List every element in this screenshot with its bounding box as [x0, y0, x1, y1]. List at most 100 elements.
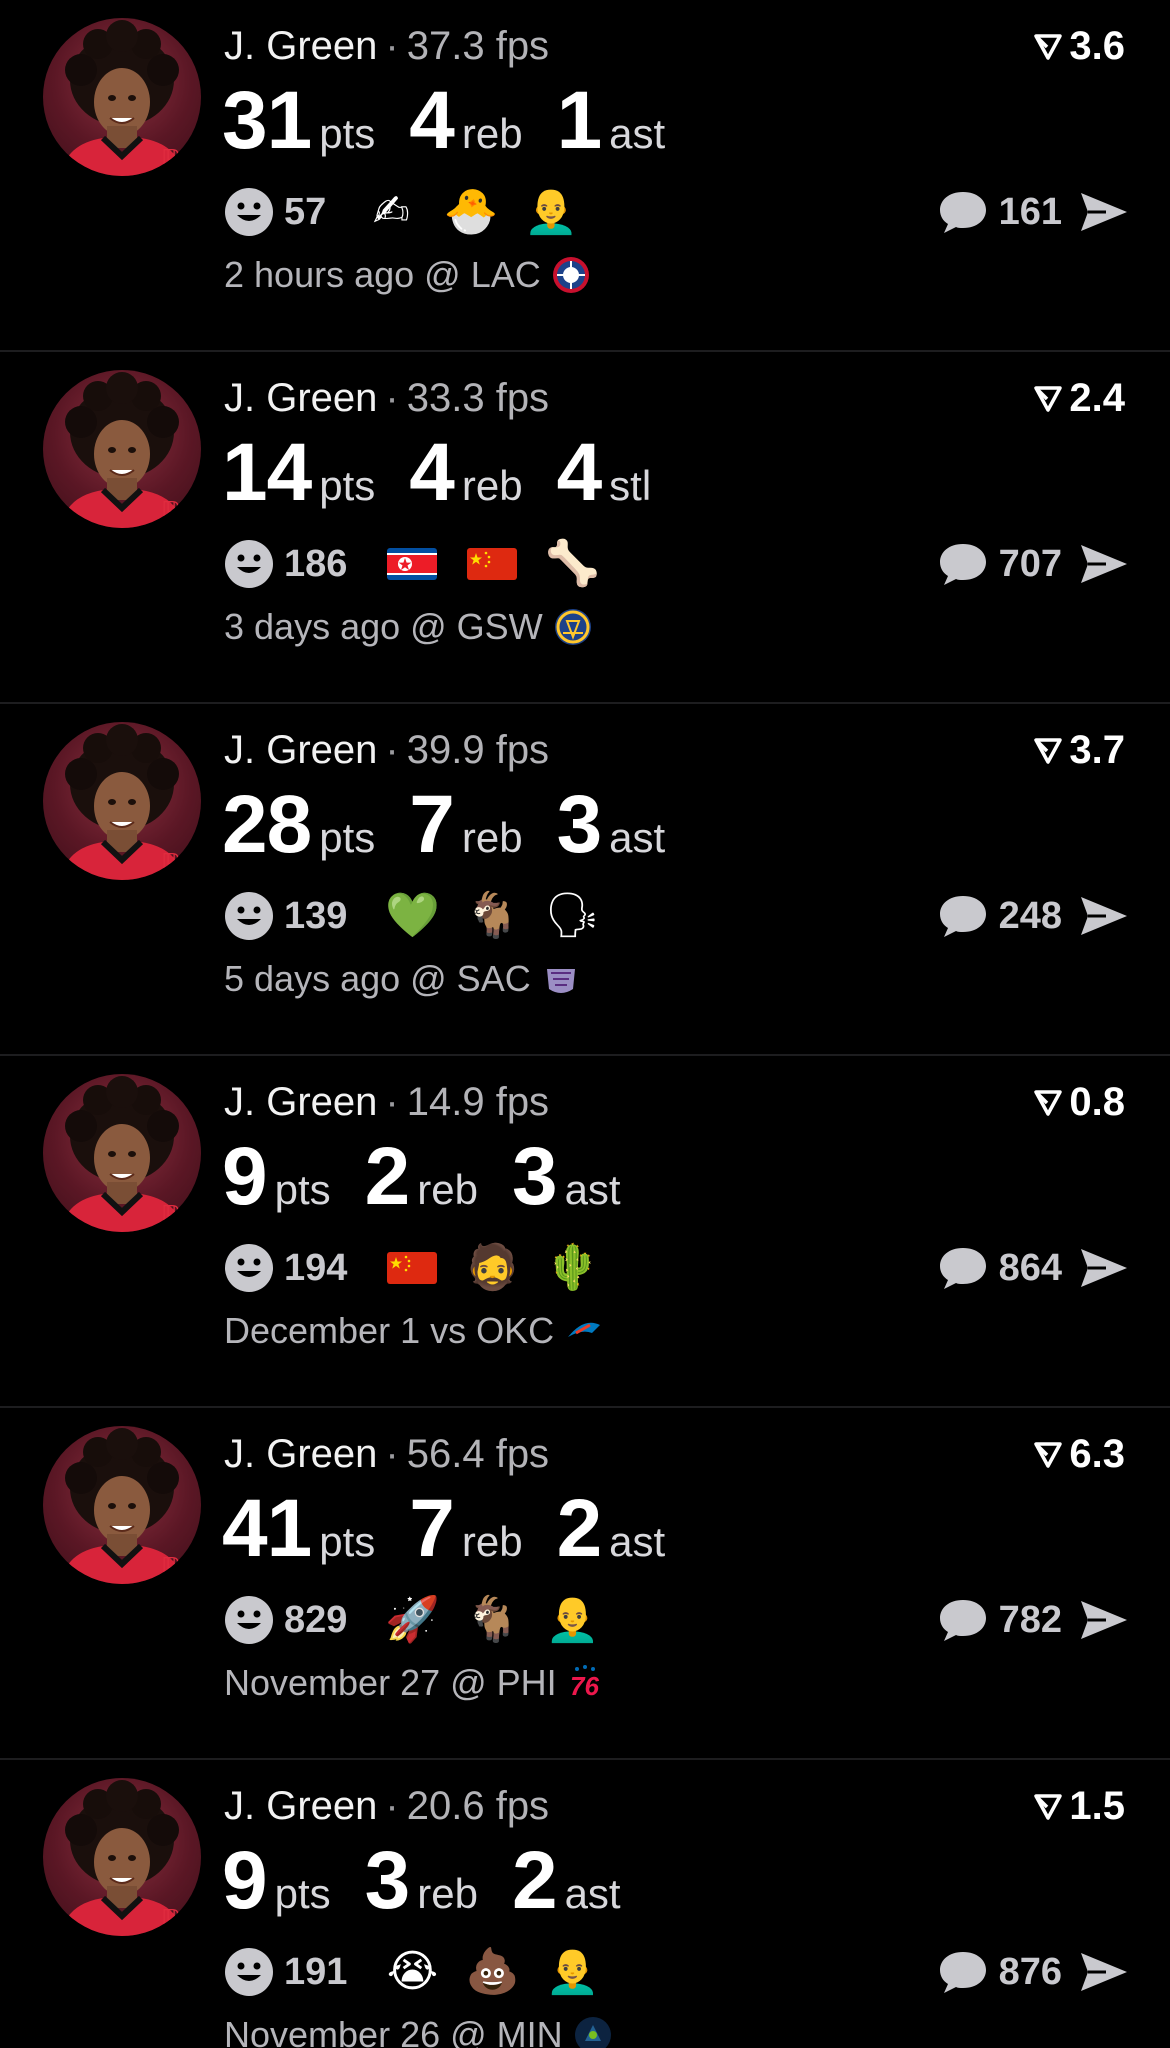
player-name[interactable]: J. Green: [224, 376, 377, 420]
team-logo-icon: 76: [567, 1663, 607, 1703]
stat-value: 7: [409, 779, 455, 870]
north-korea-flag-icon[interactable]: [385, 537, 439, 591]
player-name[interactable]: J. Green: [224, 1784, 377, 1828]
cactus-icon[interactable]: 🌵: [545, 1241, 600, 1295]
score-badge: 3.6: [1033, 22, 1125, 70]
score-badge: 0.8: [1033, 1078, 1125, 1126]
hatching-chick-icon[interactable]: 🐣: [444, 185, 499, 239]
comments-button[interactable]: 161: [937, 184, 1062, 240]
game-info[interactable]: December 1 vs OKC: [224, 1310, 604, 1352]
player-name[interactable]: J. Green: [224, 728, 377, 772]
stat-value: 41: [222, 1483, 312, 1574]
post-card[interactable]: ℝ J. Green · 56.4 fps 6.3 41 pts 7 reb 2 a…: [0, 1408, 1170, 1760]
player-avatar[interactable]: ℝ: [43, 1778, 201, 1936]
post-card[interactable]: ℝ J. Green · 33.3 fps 2.4 14 pts 4 reb 4 s…: [0, 352, 1170, 704]
stat-unit: reb: [461, 110, 523, 157]
post-card[interactable]: ℝ J. Green · 20.6 fps 1.5 9 pts 3 reb 2 as…: [0, 1760, 1170, 2048]
share-send-icon[interactable]: [1078, 190, 1130, 234]
game-info[interactable]: 2 hours ago @ LAC: [224, 254, 591, 296]
game-info[interactable]: 3 days ago @ GSW: [224, 606, 593, 648]
comments-button[interactable]: 782: [937, 1592, 1062, 1648]
add-reaction-smile-icon[interactable]: [224, 539, 274, 589]
game-info[interactable]: November 27 @ PHI 76: [224, 1662, 607, 1704]
comment-count: 782: [998, 1598, 1062, 1641]
stat-unit: ast: [609, 110, 666, 157]
comments-button[interactable]: 864: [937, 1240, 1062, 1296]
player-avatar[interactable]: ℝ: [43, 722, 201, 880]
comments-button[interactable]: 248: [937, 888, 1062, 944]
stat-unit: pts: [319, 110, 376, 157]
post-header: J. Green · 56.4 fps: [224, 1430, 549, 1478]
stat-line: 9 pts 2 reb 3 ast: [222, 1134, 655, 1220]
comment-bubble-icon: [939, 1600, 986, 1641]
comment-bubble-icon: [939, 192, 986, 233]
stat-1: 7 reb: [409, 1486, 522, 1572]
share-send-icon[interactable]: [1078, 1246, 1130, 1290]
stat-value: 2: [511, 1835, 558, 1926]
post-card[interactable]: ℝ J. Green · 39.9 fps 3.7 28 pts 7 reb 3 a…: [0, 704, 1170, 1056]
comment-bubble-icon: [939, 1248, 986, 1289]
add-reaction-smile-icon[interactable]: [224, 187, 274, 237]
stat-line: 41 pts 7 reb 2 ast: [222, 1486, 699, 1572]
share-send-icon[interactable]: [1078, 894, 1130, 938]
pile-of-poo-icon[interactable]: 💩: [465, 1945, 520, 1999]
stat-1: 4 reb: [409, 430, 522, 516]
svg-text:ℝ: ℝ: [161, 1553, 182, 1583]
green-heart-icon[interactable]: 💚: [385, 889, 440, 943]
add-reaction-smile-icon[interactable]: [224, 891, 274, 941]
goat-icon[interactable]: 🐐: [465, 1593, 520, 1647]
game-info-text: 5 days ago @ SAC: [224, 958, 531, 999]
score-value: 0.8: [1069, 1080, 1125, 1124]
score-arrow-icon: [1034, 34, 1063, 60]
stat-line: 31 pts 4 reb 1 ast: [222, 78, 699, 164]
player-name[interactable]: J. Green: [224, 24, 377, 68]
shouting-man-icon[interactable]: 🗣: [544, 889, 600, 943]
post-card[interactable]: ℝ J. Green · 37.3 fps 3.6 31 pts 4 reb 1 a…: [0, 0, 1170, 352]
comments-button[interactable]: 876: [937, 1944, 1062, 2000]
stat-value: 4: [409, 75, 455, 166]
stat-unit: pts: [319, 462, 376, 509]
china-flag-icon[interactable]: [465, 537, 519, 591]
comments-button[interactable]: 707: [937, 536, 1062, 592]
rocket-icon[interactable]: 🚀: [385, 1593, 440, 1647]
game-info[interactable]: November 26 @ MIN: [224, 2014, 613, 2048]
score-arrow-icon: [1034, 738, 1063, 764]
pencil-sketch-person-icon[interactable]: ✍: [364, 185, 418, 239]
comment-bubble-icon: [939, 544, 986, 585]
china-flag-icon[interactable]: [385, 1241, 439, 1295]
post-card[interactable]: ℝ J. Green · 14.9 fps 0.8 9 pts 2 reb 3 as…: [0, 1056, 1170, 1408]
share-send-icon[interactable]: [1078, 1598, 1130, 1642]
separator-dot: ·: [385, 24, 399, 68]
man-face-icon[interactable]: 🧔: [465, 1241, 520, 1295]
separator-dot: ·: [385, 1432, 399, 1476]
game-info[interactable]: 5 days ago @ SAC: [224, 958, 581, 1000]
stat-value: 2: [364, 1131, 411, 1222]
add-reaction-smile-icon[interactable]: [224, 1595, 274, 1645]
bald-man-face-icon[interactable]: 👨‍🦲: [545, 1593, 600, 1647]
fps-value: 14.9 fps: [406, 1080, 550, 1124]
add-reaction-smile-icon[interactable]: [224, 1243, 274, 1293]
bald-man-face-icon[interactable]: 👨‍🦲: [545, 1945, 600, 1999]
share-send-icon[interactable]: [1078, 1950, 1130, 1994]
svg-text:ℝ: ℝ: [161, 1905, 182, 1935]
stat-line: 28 pts 7 reb 3 ast: [222, 782, 699, 868]
player-avatar[interactable]: ℝ: [43, 1074, 201, 1232]
player-avatar[interactable]: ℝ: [43, 18, 201, 176]
reactions-bar: 194 🧔 🌵: [224, 1240, 625, 1296]
score-arrow-icon: [1034, 386, 1063, 412]
score-badge: 1.5: [1033, 1782, 1125, 1830]
add-reaction-smile-icon[interactable]: [224, 1947, 274, 1997]
share-send-icon[interactable]: [1078, 542, 1130, 586]
skeleton-walker-icon[interactable]: 🦴: [545, 537, 600, 591]
reaction-count: 829: [284, 1598, 348, 1641]
player-name[interactable]: J. Green: [224, 1432, 377, 1476]
bald-man-face-icon[interactable]: 👨‍🦲: [524, 185, 579, 239]
reaction-count: 139: [284, 894, 348, 937]
goat-icon[interactable]: 🐐: [465, 889, 520, 943]
crying-face-icon[interactable]: 😭: [385, 1945, 439, 1999]
player-name[interactable]: J. Green: [224, 1080, 377, 1124]
player-avatar[interactable]: ℝ: [43, 370, 201, 528]
player-avatar[interactable]: ℝ: [43, 1426, 201, 1584]
game-info-text: November 26 @ MIN: [224, 2014, 563, 2048]
stat-unit: reb: [417, 1870, 478, 1917]
